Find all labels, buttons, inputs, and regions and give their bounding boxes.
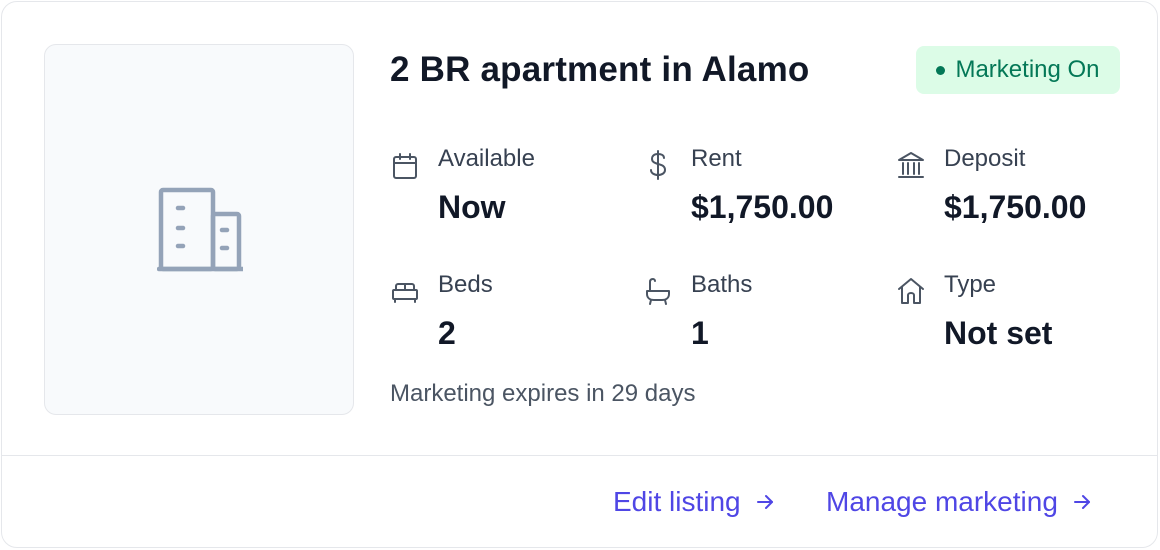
card-footer-divider <box>2 455 1157 456</box>
marketing-expiry-text: Marketing expires in 29 days <box>390 380 696 407</box>
calendar-icon <box>393 153 417 179</box>
status-badge: Marketing On <box>916 46 1120 94</box>
edit-listing-link[interactable]: Edit listing <box>613 486 775 518</box>
bank-icon <box>898 152 924 178</box>
stat-type-value: Not set <box>944 315 1053 351</box>
edit-listing-label: Edit listing <box>613 486 741 517</box>
home-icon <box>898 278 924 304</box>
stat-beds-label: Beds <box>438 271 493 298</box>
listing-image-placeholder <box>44 44 354 415</box>
arrow-right-icon <box>756 495 773 509</box>
stat-type-label: Type <box>944 271 997 298</box>
stat-available-value: Now <box>438 189 506 225</box>
status-dot-icon <box>936 65 946 75</box>
stat-available-label: Available <box>438 145 535 172</box>
building-icon <box>157 187 243 272</box>
stat-beds-value: 2 <box>438 315 456 351</box>
bathtub-icon <box>646 278 670 305</box>
stat-deposit-label: Deposit <box>944 145 1026 172</box>
listing-card: 2 BR apartment in Alamo Marketing On Ava… <box>1 1 1158 548</box>
stat-baths-label: Baths <box>691 271 753 298</box>
manage-marketing-label: Manage marketing <box>826 486 1058 517</box>
bed-icon <box>392 283 418 303</box>
manage-marketing-link[interactable]: Manage marketing <box>826 486 1092 518</box>
arrow-right-icon <box>1073 495 1090 509</box>
status-badge-label: Marketing On <box>955 56 1100 83</box>
stat-deposit-value: $1,750.00 <box>944 189 1087 225</box>
dollar-icon <box>650 150 666 180</box>
stat-rent-value: $1,750.00 <box>691 189 834 225</box>
listing-title: 2 BR apartment in Alamo <box>390 50 810 89</box>
stat-baths-value: 1 <box>691 315 709 351</box>
stat-rent-label: Rent <box>691 145 742 172</box>
